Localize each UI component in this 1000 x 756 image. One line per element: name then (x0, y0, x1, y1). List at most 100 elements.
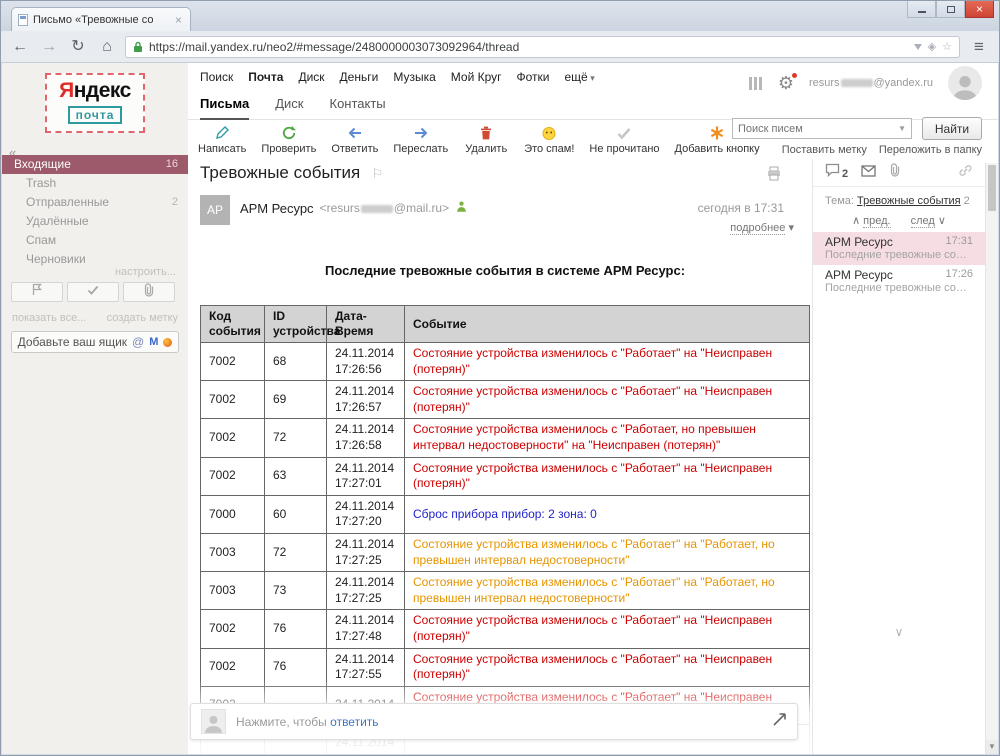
mail-tabs-row: Письма Диск Контакты (188, 93, 998, 120)
sidebar-folder-item[interactable]: Спам (2, 231, 188, 250)
unread-icon (616, 125, 632, 141)
event-code-cell: 7002 (201, 457, 265, 495)
reply-link[interactable]: ответить (330, 715, 378, 729)
event-code-cell: 7000 (201, 495, 265, 533)
browser-tab[interactable]: Письмо «Тревожные со × (11, 7, 191, 31)
toolbar-button[interactable]: Проверить (261, 125, 316, 155)
find-button[interactable]: Найти (922, 117, 982, 140)
sidebar-folder-item[interactable]: Trash (2, 174, 188, 193)
toolbar-button[interactable]: Ответить (331, 125, 378, 155)
events-table-head: Код событияID устройстваДата-ВремяСобыти… (201, 306, 810, 343)
user-email[interactable]: resurs@yandex.ru (809, 77, 933, 89)
toolbar-button[interactable]: Удалить (463, 125, 509, 155)
window-minimize-button[interactable] (907, 1, 936, 18)
toolbar-button-label: Переслать (393, 143, 448, 155)
set-label-link[interactable]: Поставить метку (782, 144, 867, 156)
reload-button[interactable]: ↻ (67, 37, 89, 57)
create-label-link[interactable]: создать метку (107, 312, 178, 324)
services-nav-item[interactable]: Поиск (200, 70, 233, 84)
event-text-cell: Сброс прибора прибор: 2 зона: 0 (405, 495, 810, 533)
attachment-icon[interactable] (889, 163, 901, 182)
reply-bar[interactable]: Нажмите, чтобы ответить (190, 703, 798, 740)
forward-button[interactable]: → (38, 37, 60, 57)
page-action-icon[interactable]: ◈ (928, 40, 936, 53)
forward-icon (413, 125, 429, 141)
home-button[interactable]: ⌂ (96, 37, 118, 57)
flag-icon[interactable]: ⚐ (372, 166, 384, 181)
services-nav-item[interactable]: Деньги (340, 70, 379, 84)
message-view: Тревожные события ⚐ АР АРМ Ресурс <resur… (188, 159, 812, 754)
address-bar[interactable]: https://mail.yandex.ru/neo2/#message/248… (125, 36, 960, 58)
message-action-links: Поставить метку Переложить в папку (782, 144, 982, 156)
sender-name[interactable]: АРМ Ресурс (240, 201, 314, 216)
services-nav-item[interactable]: Фотки (517, 70, 550, 84)
expand-compose-icon[interactable] (772, 712, 787, 732)
print-icon[interactable] (766, 166, 782, 186)
browser-menu-icon[interactable]: ≡ (967, 37, 991, 57)
filter-icon[interactable] (914, 44, 922, 50)
services-nav-item[interactable]: Музыка (393, 70, 435, 84)
event-time: 17:27:20 (335, 514, 396, 530)
show-all-link[interactable]: показать все... (12, 312, 86, 324)
datetime-cell: 24.11.201417:27:20 (327, 495, 405, 533)
add-mailbox-button[interactable]: Добавьте ваш ящик @ M (11, 331, 179, 353)
configure-link[interactable]: настроить... (115, 266, 176, 278)
details-link[interactable]: подробнее ▾ (730, 221, 794, 234)
tab-close-icon[interactable]: × (173, 13, 184, 27)
mail-icon[interactable] (861, 164, 876, 182)
sidebar-folder-item[interactable]: Удалённые (2, 212, 188, 231)
yandex-logo[interactable]: Яндекс почта (45, 73, 145, 133)
folder-list: 16ВходящиеTrash2ОтправленныеУдалённыеСпа… (2, 155, 188, 269)
mail-tab-2[interactable]: Диск (275, 96, 303, 120)
toolbar-button[interactable]: Не прочитано (589, 125, 659, 155)
event-date: 24.11.2014 (335, 422, 396, 438)
prev-message-link[interactable]: ∧ пред. (852, 214, 891, 227)
event-text-cell: Состояние устройства изменилось с "Работ… (405, 648, 810, 686)
next-message-link[interactable]: след ∨ (911, 214, 946, 227)
sidebar-folder-item[interactable]: 16Входящие (2, 155, 188, 174)
chevron-down-icon: ▾ (588, 73, 595, 83)
sidebar-folder-item[interactable]: 2Отправленные (2, 193, 188, 212)
services-nav-item[interactable]: Мой Круг (451, 70, 502, 84)
filter-button[interactable] (67, 282, 119, 302)
window-close-button[interactable]: × (965, 1, 994, 18)
show-more-icon[interactable]: ∨ (813, 625, 985, 639)
link-icon[interactable] (958, 163, 973, 183)
bookmark-star-icon[interactable]: ☆ (942, 40, 952, 53)
email-body-title: Последние тревожные события в системе АР… (200, 263, 810, 278)
chevron-down-icon[interactable]: ▼ (898, 124, 911, 133)
mail-tab-3[interactable]: Контакты (330, 96, 386, 120)
scrollbar-thumb[interactable] (988, 165, 996, 211)
toolbar-button[interactable]: Переслать (393, 125, 448, 155)
filter-button[interactable] (11, 282, 63, 302)
chevron-down-icon: ▾ (788, 222, 794, 234)
services-nav-item[interactable]: ещё ▾ (565, 70, 595, 84)
table-row: 70026924.11.201417:26:57Состояние устрой… (201, 381, 810, 419)
scroll-down-icon[interactable]: ▼ (986, 740, 998, 754)
mail-tab-1[interactable]: Письма (200, 96, 249, 120)
chat-icon[interactable]: 2 (825, 163, 848, 182)
collections-icon[interactable] (749, 77, 763, 90)
datetime-cell: 24.11.201417:26:57 (327, 381, 405, 419)
lock-icon (133, 41, 143, 53)
move-to-folder-link[interactable]: Переложить в папку (879, 144, 982, 156)
scrollbar[interactable]: ▼ (985, 163, 998, 754)
services-nav-item[interactable]: Диск (298, 70, 324, 84)
event-text-cell: Состояние устройства изменилось с "Работ… (405, 533, 810, 571)
events-table: Код событияID устройстваДата-ВремяСобыти… (200, 305, 810, 754)
thread-topic-link[interactable]: Тревожные события (857, 195, 961, 207)
thread-message-item[interactable]: АРМ Ресурс17:26Последние тревожные событ… (813, 265, 985, 298)
yandex-wordmark: Яндекс (53, 79, 137, 103)
services-nav-item[interactable]: Почта (248, 70, 283, 84)
settings-gear-icon[interactable]: ⚙ (778, 74, 794, 92)
mail-search: ▼ (732, 118, 912, 139)
toolbar-button[interactable]: Написать (198, 125, 246, 155)
filter-button[interactable] (123, 282, 175, 302)
event-time: 17:27:55 (335, 667, 396, 683)
search-input[interactable] (733, 123, 898, 135)
thread-message-item[interactable]: АРМ Ресурс17:31Последние тревожные событ… (813, 232, 985, 265)
toolbar-button[interactable]: Это спам! (524, 125, 574, 155)
window-maximize-button[interactable] (936, 1, 965, 18)
back-button[interactable]: ← (9, 37, 31, 57)
event-text-cell: Состояние устройства изменилось с "Работ… (405, 457, 810, 495)
